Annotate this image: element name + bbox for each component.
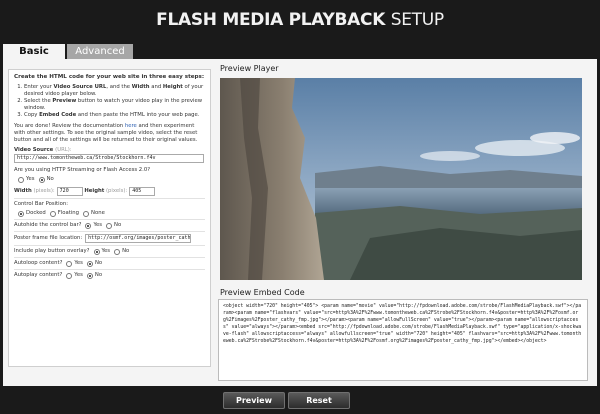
autoloop-label: Autoloop content? bbox=[14, 260, 63, 266]
instructions-heading: Create the HTML code for your web site i… bbox=[14, 74, 205, 80]
main-panel: Create the HTML code for your web site i… bbox=[3, 59, 597, 386]
autoplay-yes-radio[interactable] bbox=[66, 272, 73, 279]
poster-input[interactable]: http://osmf.org/images/poster_cathy_fm bbox=[85, 234, 192, 243]
documentation-link[interactable]: here bbox=[125, 123, 137, 129]
height-input[interactable]: 405 bbox=[129, 187, 156, 196]
play-overlay-label: Include play button overlay? bbox=[14, 248, 90, 254]
poster-row: Poster frame file location: http://osmf.… bbox=[14, 234, 205, 243]
preview-player-label: Preview Player bbox=[220, 64, 279, 73]
autoloop-yes-radio[interactable] bbox=[66, 260, 73, 267]
dimensions-row: Width (pixels): 720 Height (pixels): 405 bbox=[14, 187, 205, 196]
poster-label: Poster frame file location: bbox=[14, 235, 83, 241]
autoloop-no-radio[interactable] bbox=[86, 260, 93, 267]
play-overlay-yes-radio[interactable] bbox=[93, 248, 100, 255]
autoplay-label: Autoplay content? bbox=[14, 272, 63, 278]
http-question: Are you using HTTP Streaming or Flash Ac… bbox=[14, 167, 151, 173]
control-bar-docked-radio[interactable] bbox=[18, 210, 24, 217]
control-bar-none-radio[interactable] bbox=[83, 210, 90, 217]
width-input[interactable]: 720 bbox=[56, 187, 83, 196]
app-title: FLASH MEDIA PLAYBACK SETUP bbox=[0, 10, 600, 30]
video-player[interactable] bbox=[220, 78, 582, 280]
video-source-label: Video Source (URL): bbox=[14, 147, 72, 153]
autoplay-row: Autoplay content? Yes No bbox=[14, 272, 103, 279]
video-source-input[interactable]: http://www.tomontheweb.ca/Strobe/Stockho… bbox=[14, 154, 204, 163]
preview-button[interactable]: Preview bbox=[223, 392, 285, 409]
autoplay-no-radio[interactable] bbox=[86, 272, 93, 279]
done-text: You are done! Review the documentation h… bbox=[14, 123, 198, 143]
step-2: Select the Preview button to watch your … bbox=[24, 98, 205, 112]
video-frame bbox=[220, 78, 582, 280]
play-overlay-row: Include play button overlay? Yes No bbox=[14, 248, 130, 255]
autohide-label: Autohide the control bar? bbox=[14, 222, 82, 228]
http-no-radio[interactable] bbox=[38, 176, 45, 183]
autohide-yes-radio[interactable] bbox=[85, 222, 92, 229]
control-bar-options: Docked Floating None bbox=[14, 210, 205, 217]
tab-basic[interactable]: Basic bbox=[3, 44, 65, 60]
title-bold: FLASH MEDIA PLAYBACK bbox=[156, 10, 386, 30]
title-light: SETUP bbox=[390, 10, 444, 30]
autohide-no-radio[interactable] bbox=[106, 222, 113, 229]
instruction-steps: Enter your Video Source URL, and the Wid… bbox=[14, 84, 205, 119]
play-overlay-no-radio[interactable] bbox=[114, 248, 121, 255]
embed-code-textarea[interactable]: <object width="720" height="405"> <param… bbox=[218, 299, 588, 381]
control-bar-label: Control Bar Position: bbox=[14, 201, 68, 207]
step-1: Enter your Video Source URL, and the Wid… bbox=[24, 84, 205, 98]
settings-form: Create the HTML code for your web site i… bbox=[8, 69, 211, 367]
embed-code-label: Preview Embed Code bbox=[220, 288, 305, 297]
step-3: Copy Embed Code and then paste the HTML … bbox=[24, 112, 205, 119]
autohide-row: Autohide the control bar? Yes No bbox=[14, 222, 122, 229]
control-bar-floating-radio[interactable] bbox=[49, 210, 56, 217]
autoloop-row: Autoloop content? Yes No bbox=[14, 260, 103, 267]
http-yes-radio[interactable] bbox=[18, 176, 24, 183]
tab-advanced[interactable]: Advanced bbox=[67, 44, 133, 60]
http-options: Yes No bbox=[14, 176, 205, 183]
reset-button[interactable]: Reset bbox=[288, 392, 350, 409]
